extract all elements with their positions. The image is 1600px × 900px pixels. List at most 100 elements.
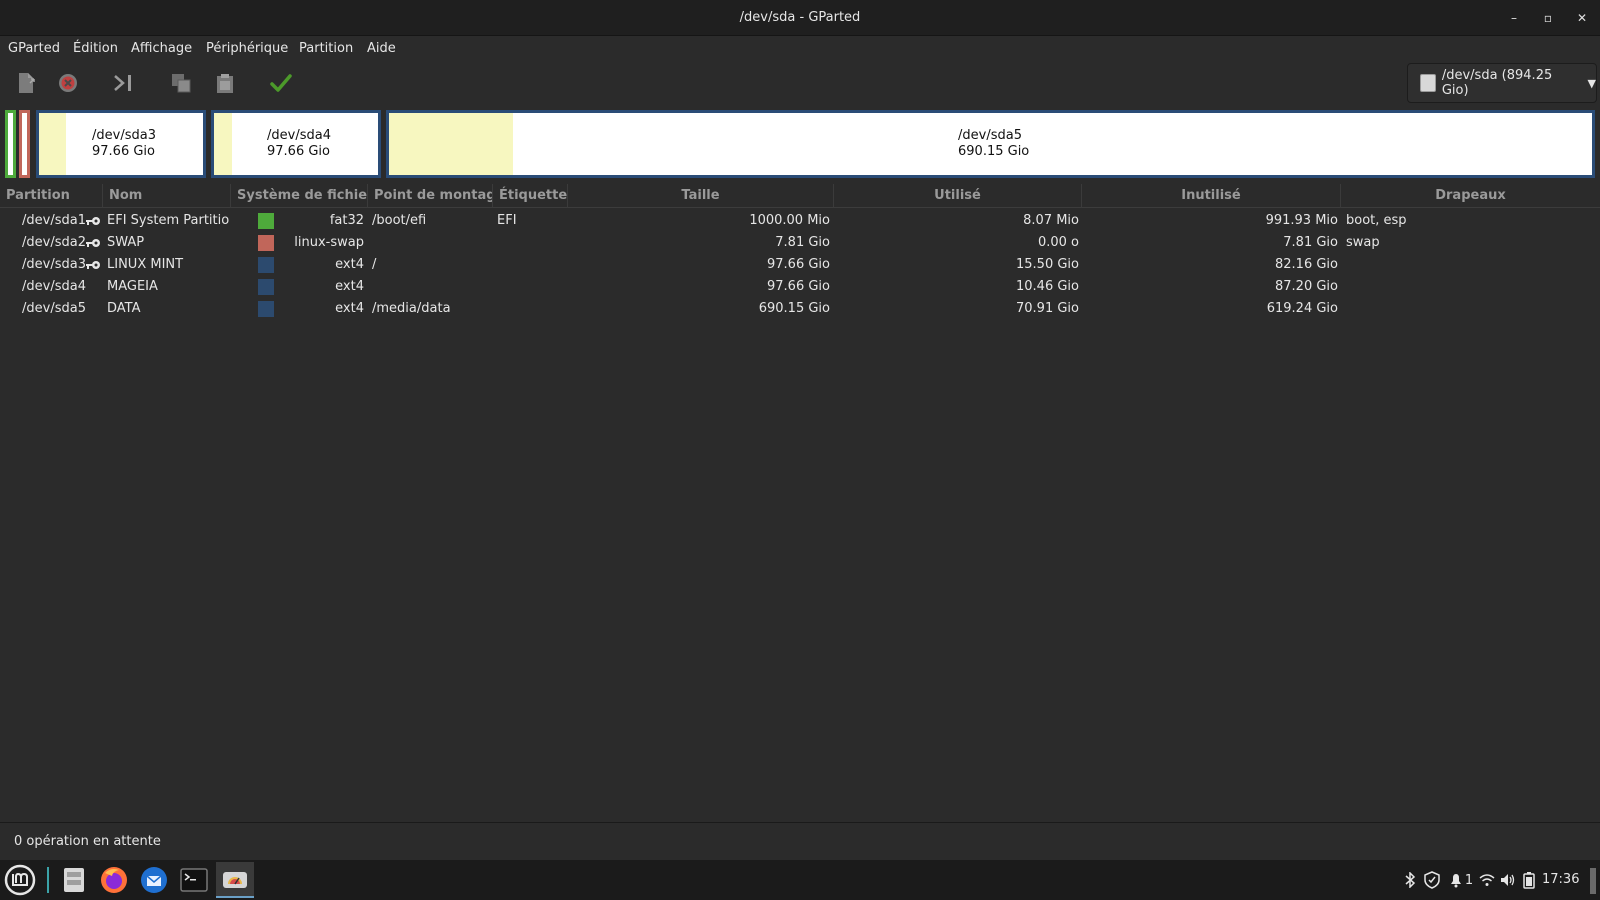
volume-tray[interactable] — [1498, 860, 1518, 900]
shield-icon — [1424, 871, 1440, 889]
table-row[interactable]: /dev/sda1 EFI System Partition fat32/boot/… — [0, 210, 1600, 232]
notification-bell-icon — [1450, 874, 1461, 888]
filesystem-color-swatch — [258, 279, 274, 295]
table-row[interactable]: /dev/sda2 SWAP linux-swap 7.81 Gio 0.00 o 7.8… — [0, 232, 1600, 254]
cell-fs: linux-swap — [294, 235, 364, 250]
battery-tray[interactable] — [1520, 860, 1538, 900]
device-selector-label: /dev/sda (894.25 Gio) — [1441, 68, 1553, 98]
disk-icon — [1420, 74, 1436, 92]
cell-mount: /media/data — [372, 301, 451, 316]
cell-name: DATA — [107, 301, 141, 316]
partition-block-name: /dev/sda5 — [958, 128, 1022, 143]
copy-button[interactable] — [164, 66, 198, 100]
menu-affichage[interactable]: Affichage — [131, 36, 192, 62]
cell-label — [497, 232, 565, 254]
partition-table: Partition Nom Système de fichiers Point … — [0, 184, 1600, 822]
menu-gparted[interactable]: GParted — [8, 36, 60, 62]
bluetooth-tray[interactable] — [1400, 860, 1420, 900]
toolbar — [0, 62, 1600, 104]
partition-block-name: /dev/sda3 — [92, 128, 156, 143]
cell-unused: 619.24 Gio — [1266, 301, 1338, 316]
column-header-flags[interactable]: Drapeaux — [1341, 184, 1600, 208]
new-partition-button[interactable] — [9, 66, 43, 100]
partition-block-sda4[interactable]: /dev/sda4 97.66 Gio — [211, 110, 381, 178]
menu-partition[interactable]: Partition — [299, 36, 353, 62]
wifi-icon — [1479, 874, 1495, 886]
taskbar: 1 17:36 — [0, 860, 1600, 900]
cell-fs: fat32 — [329, 213, 364, 228]
cell-used: 10.46 Gio — [1016, 279, 1079, 294]
cell-label — [497, 254, 565, 276]
cell-mount — [372, 232, 490, 254]
column-header-mountpoint[interactable]: Point de montage — [368, 184, 493, 208]
cell-label — [497, 298, 565, 320]
cell-flags: swap — [1346, 235, 1380, 250]
title-bar: /dev/sda - GParted – ▫ ✕ — [0, 0, 1600, 36]
key-icon — [86, 261, 100, 269]
partition-block-text: /dev/sda4 97.66 Gio — [267, 113, 331, 175]
minimize-button[interactable]: – — [1502, 6, 1526, 30]
taskbar-firefox[interactable] — [96, 862, 132, 898]
cell-name: EFI System Partition — [107, 213, 229, 228]
filesystem-color-swatch — [258, 257, 274, 273]
column-header-filesystem[interactable]: Système de fichiers — [231, 184, 368, 208]
maximize-button[interactable]: ▫ — [1536, 6, 1560, 30]
menu-edition[interactable]: Édition — [73, 36, 118, 62]
taskbar-files[interactable] — [56, 862, 92, 898]
chevron-down-icon: ▼ — [1587, 76, 1596, 90]
partition-block-sda1[interactable] — [5, 110, 16, 178]
apply-button[interactable] — [264, 66, 298, 100]
cell-mount: / — [372, 257, 377, 272]
table-header: Partition Nom Système de fichiers Point … — [0, 184, 1600, 208]
status-bar: 0 opération en attente — [0, 822, 1600, 860]
menu-aide[interactable]: Aide — [367, 36, 396, 62]
cell-fs: ext4 — [335, 279, 364, 294]
cell-size: 7.81 Gio — [775, 235, 830, 250]
resize-move-icon — [114, 75, 131, 91]
partition-block-size: 97.66 Gio — [267, 144, 330, 159]
partition-block-sda2[interactable] — [19, 110, 30, 178]
gparted-icon — [223, 872, 247, 888]
table-row[interactable]: /dev/sda4 MAGEIA ext4 97.66 Gio 10.46 Gio 87.… — [0, 276, 1600, 298]
key-icon — [86, 217, 100, 225]
notifications-tray[interactable]: 1 — [1446, 860, 1476, 900]
cell-partition: /dev/sda5 — [22, 301, 86, 316]
taskbar-gparted[interactable] — [216, 862, 254, 898]
table-row[interactable]: /dev/sda5 DATA ext4/media/data 690.15 Gio 70… — [0, 298, 1600, 320]
bluetooth-icon — [1405, 872, 1416, 888]
cell-unused: 82.16 Gio — [1275, 257, 1338, 272]
partition-block-size: 97.66 Gio — [92, 144, 155, 159]
cell-size: 97.66 Gio — [767, 257, 830, 272]
cell-size: 690.15 Gio — [758, 301, 830, 316]
cell-name: LINUX MINT — [107, 257, 184, 272]
cell-name: MAGEIA — [107, 279, 158, 294]
column-header-size[interactable]: Taille — [568, 184, 834, 208]
start-menu-button[interactable] — [2, 862, 38, 898]
paste-icon — [217, 74, 233, 93]
taskbar-thunderbird[interactable] — [136, 862, 172, 898]
volume-icon — [1501, 874, 1515, 886]
close-button[interactable]: ✕ — [1570, 6, 1594, 30]
device-selector[interactable]: /dev/sda (894.25 Gio) ▼ — [1407, 63, 1597, 103]
column-header-nom[interactable]: Nom — [103, 184, 231, 208]
shield-tray[interactable] — [1421, 860, 1443, 900]
cell-fs: ext4 — [335, 301, 364, 316]
column-header-label[interactable]: Étiquette — [493, 184, 568, 208]
partition-block-sda3[interactable]: /dev/sda3 97.66 Gio — [36, 110, 206, 178]
delete-partition-button[interactable] — [51, 66, 85, 100]
partition-graph: /dev/sda3 97.66 Gio /dev/sda4 97.66 Gio … — [0, 106, 1600, 180]
column-header-unused[interactable]: Inutilisé — [1082, 184, 1341, 208]
resize-move-button[interactable] — [107, 66, 141, 100]
cell-flags — [1346, 276, 1596, 298]
partition-block-sda5[interactable]: /dev/sda5 690.15 Gio — [386, 110, 1595, 178]
taskbar-terminal[interactable] — [176, 862, 212, 898]
thunderbird-icon — [141, 867, 167, 893]
show-desktop-button[interactable] — [1590, 868, 1596, 894]
column-header-partition[interactable]: Partition — [0, 184, 103, 208]
paste-button[interactable] — [208, 66, 242, 100]
table-row[interactable]: /dev/sda3 LINUX MINT ext4/97.66 Gio 15.50 G… — [0, 254, 1600, 276]
network-tray[interactable] — [1477, 860, 1497, 900]
column-header-used[interactable]: Utilisé — [834, 184, 1082, 208]
menu-peripherique[interactable]: Périphérique — [206, 36, 288, 62]
clock[interactable]: 17:36 — [1542, 860, 1579, 900]
